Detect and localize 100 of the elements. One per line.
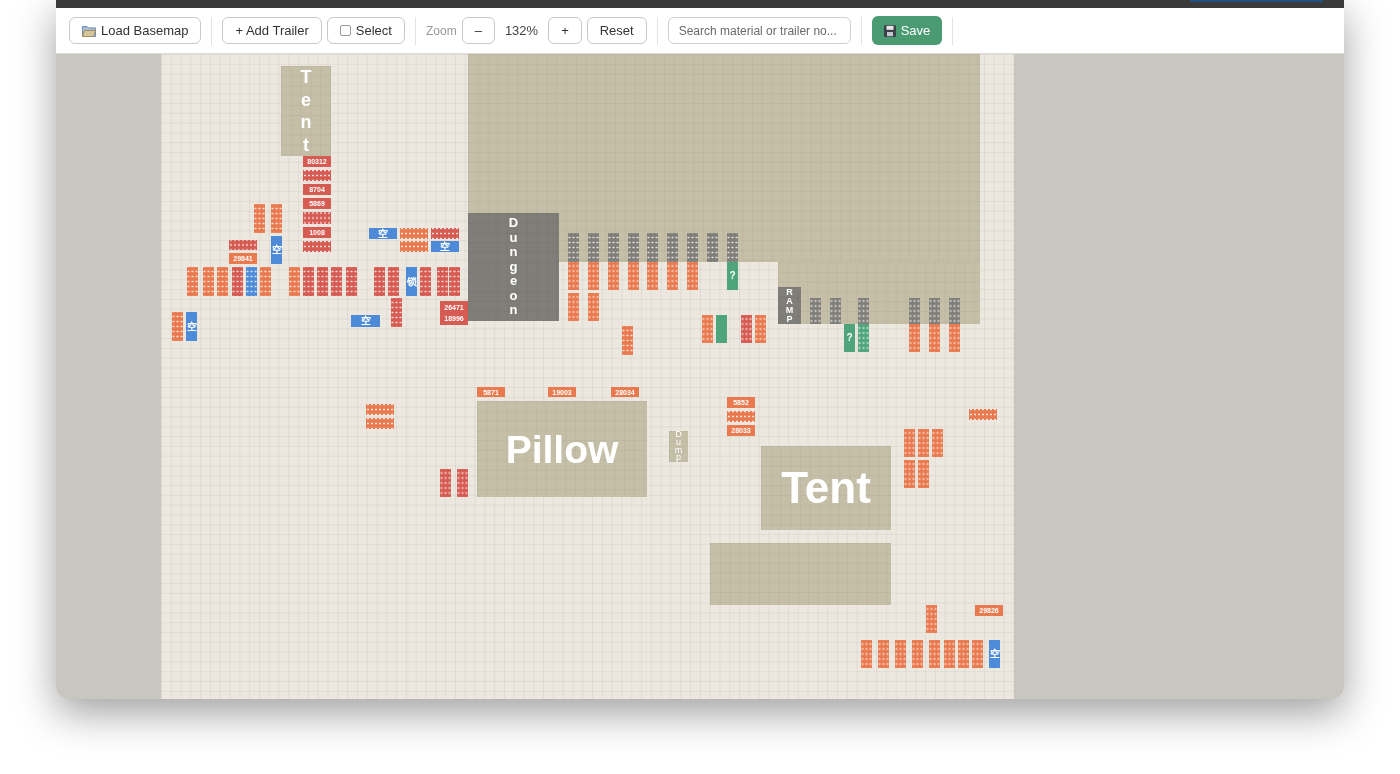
trailer-marker[interactable] xyxy=(588,293,599,321)
trailer-marker[interactable]: 锁 xyxy=(406,267,417,296)
trailer-marker[interactable] xyxy=(303,267,314,296)
trailer-marker[interactable] xyxy=(246,267,257,296)
trailer-marker[interactable] xyxy=(391,298,402,327)
trailer-marker[interactable] xyxy=(830,298,841,324)
trailer-marker[interactable] xyxy=(904,429,915,457)
trailer-marker[interactable] xyxy=(628,233,639,262)
trailer-marker[interactable] xyxy=(388,267,399,296)
trailer-marker[interactable] xyxy=(622,326,633,355)
trailer-marker[interactable] xyxy=(929,324,940,352)
trailer-marker[interactable] xyxy=(568,233,579,262)
trailer-marker[interactable] xyxy=(949,324,960,352)
trailer-marker[interactable] xyxy=(858,324,869,352)
trailer-marker[interactable] xyxy=(431,228,459,239)
trailer-marker[interactable] xyxy=(203,267,214,296)
trailer-marker[interactable] xyxy=(895,640,906,668)
trailer-marker[interactable] xyxy=(254,204,265,233)
trailer-marker[interactable] xyxy=(969,409,997,420)
save-button[interactable]: Save xyxy=(871,16,943,45)
trailer-marker[interactable] xyxy=(741,315,752,343)
trailer-marker[interactable] xyxy=(926,605,937,633)
search-field[interactable]: Search material or trailer no... xyxy=(667,17,851,44)
trailer-marker[interactable] xyxy=(707,233,718,262)
toolbar-button[interactable]: Reset xyxy=(586,17,647,44)
select-toggle-button[interactable]: Select xyxy=(326,17,405,44)
toolbar-button[interactable]: + Add Trailer xyxy=(222,17,322,44)
trailer-marker[interactable] xyxy=(667,262,678,290)
trailer-marker[interactable] xyxy=(608,262,619,290)
trailer-marker[interactable]: 空 xyxy=(431,241,459,252)
trailer-marker[interactable] xyxy=(918,429,929,457)
toolbar-button[interactable]: – xyxy=(461,17,495,44)
trailer-marker[interactable] xyxy=(667,233,678,262)
trailer-marker[interactable] xyxy=(588,262,599,290)
trailer-marker[interactable] xyxy=(628,262,639,290)
trailer-marker[interactable]: 空 xyxy=(989,640,1000,668)
trailer-marker[interactable] xyxy=(346,267,357,296)
trailer-marker[interactable] xyxy=(229,240,257,250)
zone-label: Dungeon xyxy=(507,215,520,319)
trailer-marker[interactable] xyxy=(608,233,619,262)
trailer-marker[interactable] xyxy=(331,267,342,296)
trailer-marker[interactable] xyxy=(420,267,431,296)
trailer-marker[interactable] xyxy=(303,212,331,224)
trailer-marker[interactable] xyxy=(647,233,658,262)
trailer-marker[interactable] xyxy=(727,233,738,262)
trailer-marker[interactable]: 空 xyxy=(369,228,397,239)
trailer-marker[interactable] xyxy=(449,267,460,296)
trailer-marker[interactable] xyxy=(374,267,385,296)
trailer-marker[interactable] xyxy=(702,315,713,343)
trailer-marker[interactable] xyxy=(366,418,394,429)
trailer-marker[interactable] xyxy=(588,233,599,262)
trailer-marker[interactable] xyxy=(647,262,658,290)
trailer-marker[interactable] xyxy=(904,460,915,488)
trailer-marker[interactable] xyxy=(232,267,243,296)
trailer-marker[interactable] xyxy=(568,293,579,321)
trailer-marker[interactable] xyxy=(909,324,920,352)
trailer-marker[interactable] xyxy=(861,640,872,668)
trailer-marker[interactable] xyxy=(687,262,698,290)
trailer-marker[interactable] xyxy=(303,241,331,252)
trailer-marker[interactable] xyxy=(289,267,300,296)
trailer-marker[interactable]: 空 xyxy=(351,315,380,327)
toolbar-button[interactable]: + xyxy=(548,17,582,44)
trailer-marker[interactable] xyxy=(317,267,328,296)
zone-label: Pillow xyxy=(505,429,619,469)
trailer-marker[interactable] xyxy=(918,460,929,488)
trailer-marker[interactable] xyxy=(858,298,869,324)
trailer-marker[interactable] xyxy=(366,404,394,415)
trailer-marker[interactable] xyxy=(912,640,923,668)
trailer-marker[interactable] xyxy=(260,267,271,296)
trailer-marker[interactable] xyxy=(755,315,766,343)
trailer-marker[interactable] xyxy=(457,469,468,497)
load-basemap-button[interactable]: Load Basemap xyxy=(69,17,202,44)
trailer-marker[interactable]: ? xyxy=(844,324,855,352)
trailer-marker[interactable] xyxy=(568,262,579,290)
trailer-marker[interactable] xyxy=(172,312,183,341)
trailer-marker[interactable] xyxy=(440,469,451,497)
trailer-marker[interactable] xyxy=(687,233,698,262)
trailer-marker[interactable] xyxy=(972,640,983,668)
trailer-marker[interactable] xyxy=(909,298,920,324)
trailer-marker[interactable] xyxy=(949,298,960,324)
trailer-marker[interactable] xyxy=(400,241,428,252)
trailer-marker[interactable] xyxy=(958,640,969,668)
trailer-marker[interactable] xyxy=(932,429,943,457)
trailer-marker[interactable] xyxy=(187,267,198,296)
trailer-marker[interactable] xyxy=(929,298,940,324)
trailer-marker[interactable] xyxy=(810,298,821,324)
trailer-marker[interactable] xyxy=(929,640,940,668)
trailer-marker[interactable] xyxy=(944,640,955,668)
trailer-marker[interactable] xyxy=(271,204,282,233)
trailer-marker[interactable] xyxy=(716,315,727,343)
trailer-marker[interactable] xyxy=(217,267,228,296)
trailer-marker[interactable] xyxy=(400,228,428,239)
zoom-caption: Zoom xyxy=(425,22,457,40)
trailer-marker[interactable]: 空 xyxy=(271,236,282,264)
trailer-marker[interactable] xyxy=(727,411,755,422)
trailer-marker[interactable]: ? xyxy=(727,262,738,290)
trailer-marker[interactable] xyxy=(437,267,448,296)
trailer-marker[interactable]: 空 xyxy=(186,312,197,341)
trailer-marker[interactable] xyxy=(303,170,331,181)
trailer-marker[interactable] xyxy=(878,640,889,668)
